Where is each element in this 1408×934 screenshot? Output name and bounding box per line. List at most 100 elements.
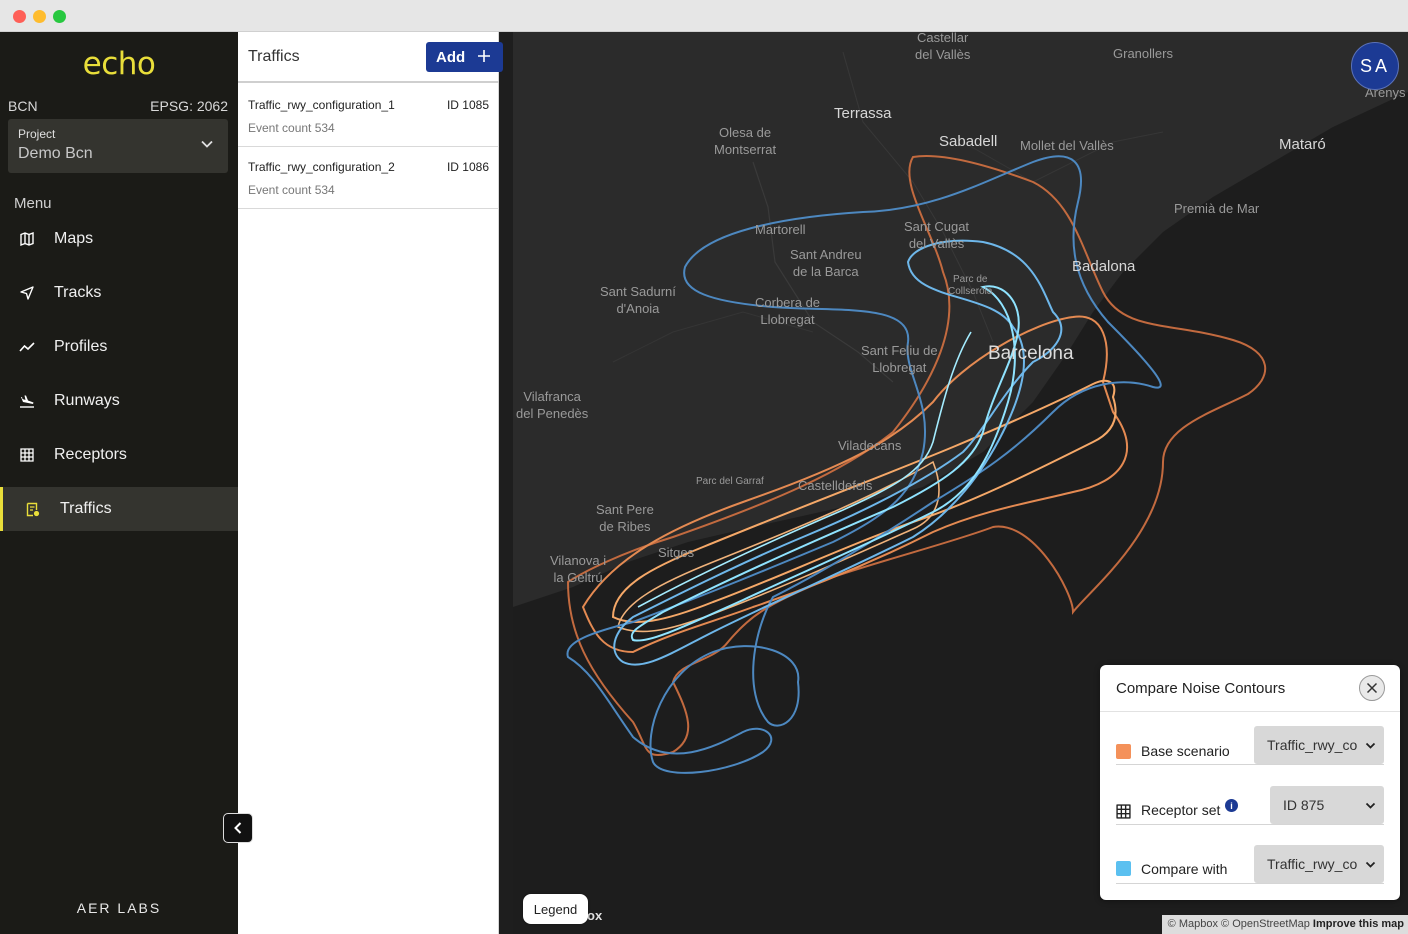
place-label: Sant Andreu de la Barca: [790, 247, 862, 279]
place-label: Viladecans: [838, 438, 902, 453]
receptor-set-select[interactable]: ID 875: [1270, 786, 1384, 824]
region-code: BCN: [8, 98, 38, 114]
project-selector[interactable]: Project Demo Bcn: [8, 119, 228, 173]
info-icon[interactable]: i: [1225, 799, 1238, 812]
navigation-arrow-icon: [18, 284, 36, 302]
app-window: echo BCN EPSG: 2062 Project Demo Bcn Men…: [0, 0, 1408, 934]
chevron-down-icon: [201, 140, 213, 148]
osm-attribution-link[interactable]: © OpenStreetMap: [1221, 918, 1310, 930]
place-label: Parc de Collserola: [948, 274, 993, 297]
project-label: Project: [18, 127, 56, 141]
chevron-down-icon: [1365, 742, 1376, 749]
place-label: Castellar del Vallès: [915, 32, 971, 62]
plane-landing-icon: [18, 392, 36, 410]
compare-with-row: Compare with Traffic_rwy_co: [1116, 844, 1384, 884]
place-label: Corbera de Llobregat: [755, 295, 821, 327]
base-scenario-label: Base scenario: [1141, 743, 1230, 759]
map-icon: [18, 230, 36, 248]
legend-button[interactable]: Legend: [523, 894, 588, 924]
mapbox-logo: ox: [587, 908, 603, 923]
compare-with-label: Compare with: [1141, 861, 1228, 877]
compare-with-select[interactable]: Traffic_rwy_co: [1254, 845, 1384, 883]
compare-panel-header: Compare Noise Contours: [1100, 665, 1400, 712]
place-label: Sitges: [658, 545, 695, 560]
traffic-list-item[interactable]: Traffic_rwy_configuration_2 ID 1086 Even…: [238, 147, 499, 209]
place-label: Martorell: [755, 222, 806, 237]
grid-icon: [1116, 804, 1131, 819]
traffic-name: Traffic_rwy_configuration_2: [248, 160, 395, 174]
nav-item-runways[interactable]: Runways: [0, 379, 238, 423]
nav-item-label: Maps: [54, 230, 94, 247]
place-label: Badalona: [1072, 258, 1136, 275]
place-label: Olesa de Montserrat: [714, 125, 777, 157]
chevron-down-icon: [1365, 802, 1376, 809]
place-label: Parc del Garraf: [696, 476, 764, 487]
plus-icon: [478, 50, 490, 62]
map-attribution: © Mapbox © OpenStreetMap Improve this ma…: [1161, 915, 1408, 934]
compare-noise-contours-panel: Compare Noise Contours Base scenario Tra…: [1100, 665, 1400, 900]
traffics-panel-header: Traffics Add: [238, 32, 503, 83]
nav-item-label: Receptors: [54, 446, 127, 463]
place-label: Sant Pere de Ribes: [596, 502, 654, 534]
grid-icon: [18, 446, 36, 464]
traffic-event-count: Event count 534: [248, 183, 335, 197]
nav-item-tracks[interactable]: Tracks: [0, 271, 238, 315]
place-label: Castelldefels: [798, 478, 873, 493]
compare-panel-title: Compare Noise Contours: [1116, 680, 1286, 697]
receptor-set-row: Receptor set i ID 875: [1116, 785, 1384, 825]
add-button-label: Add: [436, 48, 466, 66]
base-scenario-row: Base scenario Traffic_rwy_co: [1116, 725, 1384, 765]
traffic-list-icon: [24, 500, 42, 518]
nav-item-traffics[interactable]: Traffics: [0, 487, 238, 531]
maximize-window-button[interactable]: [53, 10, 66, 23]
close-icon: [1366, 682, 1378, 694]
nav-item-maps[interactable]: Maps: [0, 217, 238, 261]
user-avatar[interactable]: SA: [1351, 42, 1399, 90]
nav-item-label: Traffics: [60, 500, 112, 517]
base-scenario-select[interactable]: Traffic_rwy_co: [1254, 726, 1384, 764]
place-label: Sabadell: [939, 133, 998, 150]
place-label: Barcelona: [988, 343, 1074, 364]
place-label: Sant Sadurní d'Anoia: [600, 284, 676, 316]
place-label: Mollet del Vallès: [1020, 138, 1114, 153]
improve-map-link[interactable]: Improve this map: [1313, 918, 1404, 930]
chevron-down-icon: [1365, 861, 1376, 868]
collapse-sidebar-button[interactable]: [223, 813, 253, 843]
close-compare-button[interactable]: [1359, 675, 1385, 701]
sidebar: echo BCN EPSG: 2062 Project Demo Bcn Men…: [0, 32, 238, 934]
minimize-window-button[interactable]: [33, 10, 46, 23]
base-scenario-swatch: [1116, 744, 1131, 759]
traffic-id: ID 1085: [446, 98, 489, 112]
company-logo: AER LABS: [76, 900, 162, 916]
receptor-set-label: Receptor set: [1141, 802, 1221, 818]
nav-item-label: Tracks: [54, 284, 102, 301]
nav-item-receptors[interactable]: Receptors: [0, 433, 238, 477]
window-titlebar: [0, 0, 1408, 32]
chevron-left-icon: [234, 822, 242, 834]
mapbox-attribution-link[interactable]: © Mapbox: [1168, 918, 1218, 930]
traffic-list-item[interactable]: Traffic_rwy_configuration_1 ID 1085 Even…: [238, 85, 499, 147]
place-label: Mataró: [1279, 136, 1326, 153]
close-window-button[interactable]: [13, 10, 26, 23]
receptor-set-value: ID 875: [1283, 797, 1325, 813]
place-label: Vilanova i la Geltrú: [550, 553, 607, 585]
nav-item-label: Profiles: [54, 338, 108, 355]
epsg-code: EPSG: 2062: [150, 98, 228, 114]
base-scenario-value: Traffic_rwy_co: [1267, 737, 1358, 753]
place-label: Terrassa: [834, 105, 892, 122]
compare-with-swatch: [1116, 861, 1131, 876]
traffic-id: ID 1086: [446, 160, 489, 174]
traffics-panel: Traffics Add Traffic_rwy_configuration_1…: [238, 32, 503, 934]
panel-title: Traffics: [248, 48, 300, 65]
project-value: Demo Bcn: [18, 145, 93, 162]
nav-item-profiles[interactable]: Profiles: [0, 325, 238, 369]
echo-logo[interactable]: echo: [0, 46, 238, 82]
add-traffic-button[interactable]: Add: [426, 42, 503, 72]
nav-item-label: Runways: [54, 392, 120, 409]
place-label: Premià de Mar: [1174, 201, 1260, 216]
menu-title: Menu: [14, 195, 52, 212]
place-label: Granollers: [1113, 46, 1173, 61]
place-label: Sant Feliu de Llobregat: [861, 343, 938, 375]
trend-line-icon: [18, 338, 36, 356]
place-label: Sant Cugat del Vallès: [904, 219, 970, 251]
